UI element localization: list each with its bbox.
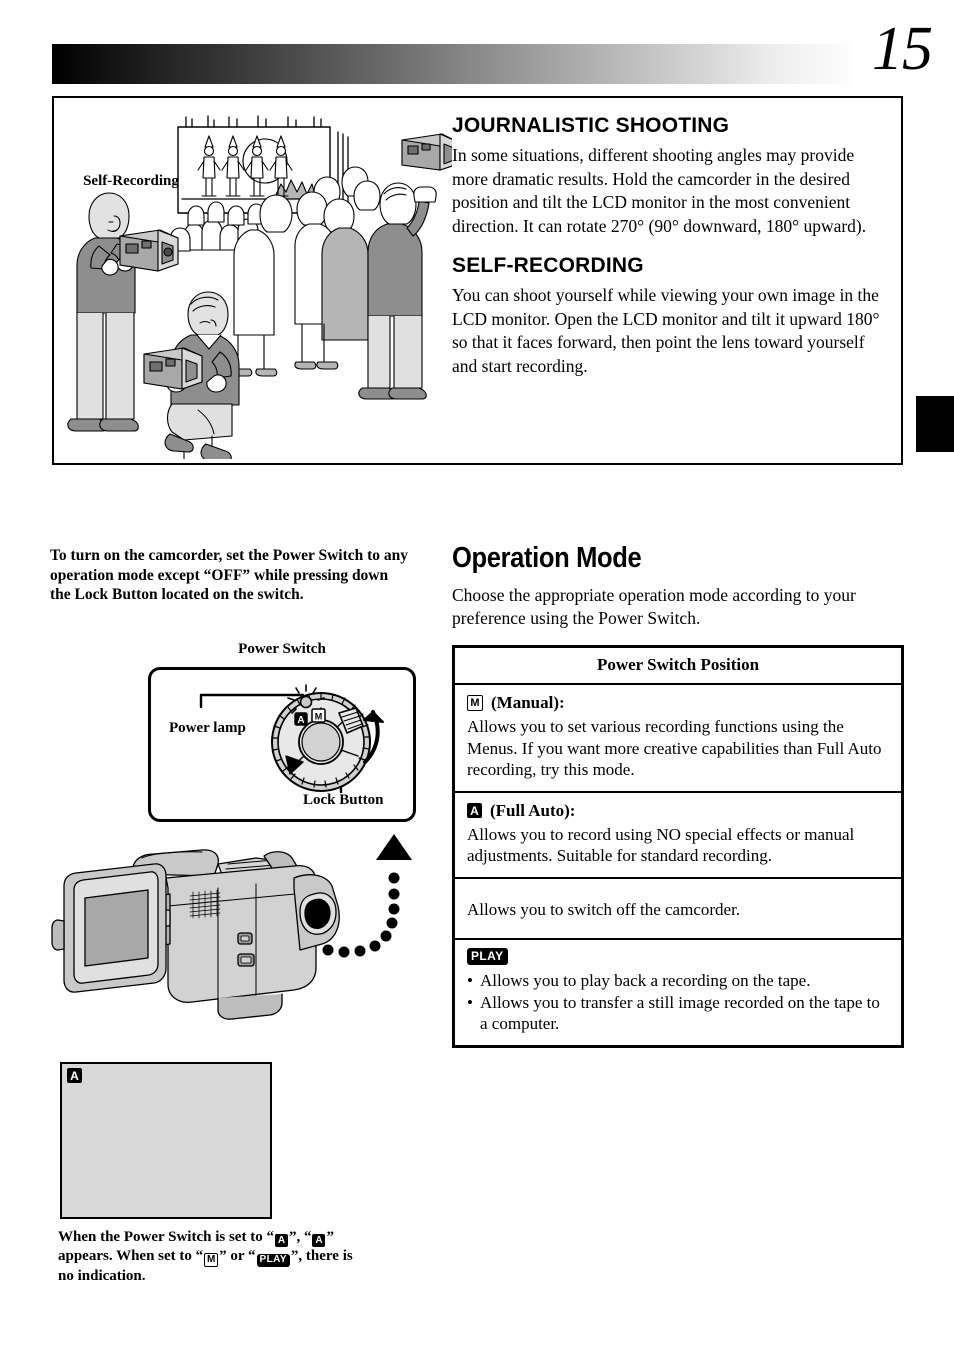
power-switch-instruction: To turn on the camcorder, set the Power … <box>50 547 409 603</box>
row-label-manual: (Manual): <box>491 693 565 712</box>
row-title-play: PLAY <box>467 948 889 965</box>
power-switch-diagram-caption: Power Switch <box>238 641 326 657</box>
header-gradient-bar <box>52 44 852 84</box>
self-recording-body: You can shoot yourself while viewing you… <box>452 285 880 376</box>
self-recording-heading: SELF-RECORDING <box>452 254 644 277</box>
lcd-indication-example: A <box>60 1062 272 1219</box>
row-label-full-auto: (Full Auto): <box>490 800 576 820</box>
table-row-manual: M (Manual): Allows you to set various re… <box>455 685 901 793</box>
table-row-off: Allows you to switch off the camcorder. <box>455 879 901 940</box>
svg-text:M: M <box>315 712 323 722</box>
bullet-dot-icon: • <box>467 971 473 990</box>
manual-mode-badge: M <box>467 695 483 711</box>
svg-text:A: A <box>297 715 304 726</box>
bullet-dot-icon: • <box>467 992 473 1012</box>
camcorder-illustration <box>51 834 412 1020</box>
operation-mode-heading: Operation Mode <box>452 542 642 574</box>
full-auto-indicator-badge: A <box>67 1068 82 1083</box>
row-desc-full-auto: Allows you to record using NO special ef… <box>467 824 855 866</box>
row-bullet-play-1: • Allows you to play back a recording on… <box>467 970 889 992</box>
bullet-text-play-1: Allows you to play back a recording on t… <box>480 971 811 990</box>
panel-text-column: JOURNALISTIC SHOOTING In some situations… <box>452 114 892 378</box>
journalistic-shooting-heading: JOURNALISTIC SHOOTING <box>452 114 730 137</box>
note-part-4: ” or “ <box>219 1248 256 1264</box>
note-part-1: When the Power Switch is set to “ <box>58 1229 274 1245</box>
full-auto-mode-badge: A <box>467 803 482 818</box>
table-row-play: PLAY • Allows you to play back a recordi… <box>455 940 901 1045</box>
badge-full-auto-2: A <box>312 1234 326 1247</box>
page-edge-tab-marker <box>916 396 954 452</box>
row-bullet-play-2: • Allows you to transfer a still image r… <box>467 992 889 1035</box>
play-mode-badge: PLAY <box>467 948 508 965</box>
note-part-2: ”, “ <box>288 1229 312 1245</box>
self-recording-figure-label: Self-Recording <box>83 173 179 189</box>
power-lamp-label: Power lamp <box>169 720 246 736</box>
row-desc-manual: Allows you to set various recording func… <box>467 717 882 779</box>
journalistic-shooting-body: In some situations, different shooting a… <box>452 145 867 236</box>
self-recording-illustration <box>67 115 452 459</box>
journalistic-shooting-panel: Self-Recording JOURNALISTIC SHOOTING In … <box>52 96 903 465</box>
table-header: Power Switch Position <box>455 648 901 685</box>
power-switch-position-table: Power Switch Position M (Manual): Allows… <box>452 645 904 1048</box>
power-switch-diagram-box: A M Power lamp Lock Button <box>148 667 416 822</box>
bullet-text-play-2: Allows you to transfer a still image rec… <box>480 992 880 1034</box>
row-title-manual: M (Manual): <box>467 693 889 713</box>
page-number: 15 <box>872 15 933 83</box>
table-row-full-auto: A (Full Auto): Allows you to record usin… <box>455 793 901 879</box>
row-desc-off: Allows you to switch off the camcorder. <box>467 899 741 919</box>
badge-full-auto-1: A <box>274 1234 288 1247</box>
lock-button-label: Lock Button <box>303 792 384 808</box>
badge-manual: M <box>204 1253 219 1267</box>
row-title-full-auto: A (Full Auto): <box>467 801 889 821</box>
badge-play: PLAY <box>256 1254 290 1267</box>
lcd-indication-note: When the Power Switch is set to “A”, “A”… <box>58 1228 358 1286</box>
operation-mode-subtitle: Choose the appropriate operation mode ac… <box>452 585 856 628</box>
